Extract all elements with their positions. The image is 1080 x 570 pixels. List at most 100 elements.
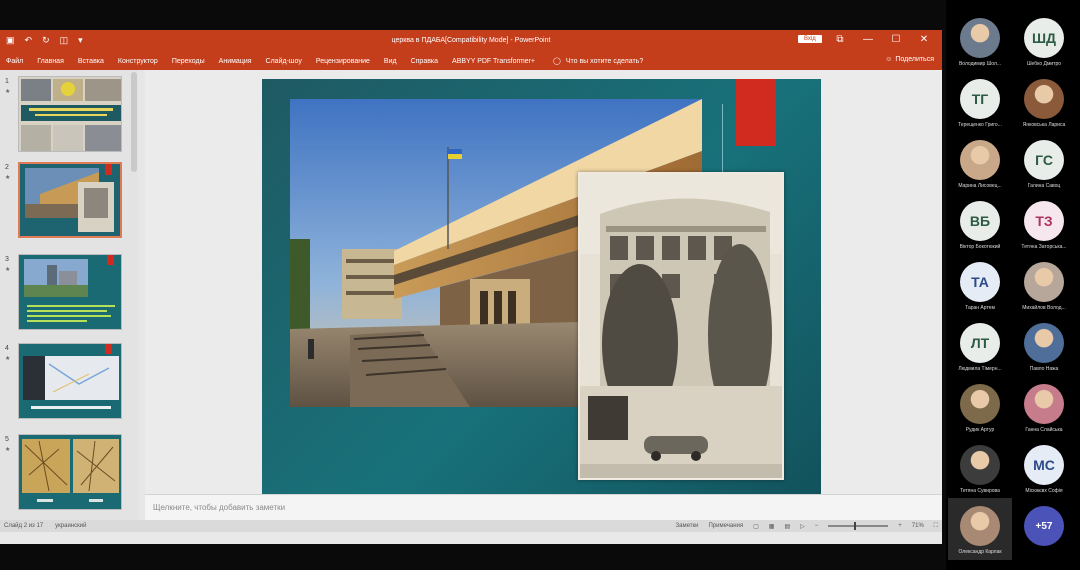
slide-thumbnails-pane[interactable]: 1 ★ 2 ★ 3 ★ 4 ★ 5 ★ (0, 70, 138, 532)
notes-toggle-button[interactable]: Заметки (676, 523, 699, 529)
share-button[interactable]: ☺ Поделиться (885, 56, 934, 63)
maximize-icon[interactable]: ☐ (882, 33, 910, 47)
slide-thumbnail-3[interactable] (18, 254, 122, 330)
zoom-slider[interactable] (828, 522, 889, 530)
participant-tile[interactable]: Олександр Карлак (948, 498, 1012, 560)
fit-slide-icon[interactable]: ⛶ (934, 523, 938, 530)
participant-name: Рудик Артур (965, 427, 995, 433)
ribbon-display-icon[interactable]: ⧉ (826, 33, 854, 47)
tab-design[interactable]: Конструктор (118, 58, 158, 65)
tell-me-placeholder: Что вы хотите сделать? (565, 57, 644, 65)
participant-tile[interactable]: ВБ Віктор Бокотюкий (948, 193, 1012, 255)
tab-abbyy[interactable]: ABBYY PDF Transformer+ (452, 58, 535, 65)
thumbnail-row: 2 ★ (0, 162, 138, 242)
share-label: Поделиться (895, 56, 934, 63)
animation-star-icon: ★ (5, 267, 11, 273)
participant-tile[interactable]: Михайлов Волод... (1012, 254, 1076, 316)
participant-name: Ганна Слайська (1025, 427, 1063, 433)
thumbnail-number: 4 (5, 345, 9, 352)
participant-avatar-photo (960, 140, 1000, 180)
participant-avatar-photo (960, 445, 1000, 485)
participant-name: Володимир Шол... (958, 61, 1002, 67)
participant-name: Місюкєвх Софія (1025, 488, 1063, 494)
participant-avatar-initials: МС (1024, 445, 1064, 485)
sorter-view-icon[interactable]: ▦ (769, 523, 775, 530)
participant-avatar-initials: ТА (960, 262, 1000, 302)
participant-name: Тетяна Заторська... (1021, 244, 1067, 250)
tab-file[interactable]: Файл (6, 58, 23, 65)
sign-in-button[interactable]: Вхід (798, 35, 822, 43)
participant-tile[interactable]: ШД Шебко Дмитро (1012, 10, 1076, 72)
slide-thumbnail-2[interactable] (18, 162, 122, 238)
person-icon: ☺ (885, 56, 893, 63)
participant-name: Янковська Лариса (1022, 122, 1066, 128)
thumbnail-row: 3 ★ (0, 254, 138, 334)
participant-avatar-initials: ТГ (960, 79, 1000, 119)
participant-name: Тетяна Сувирова (960, 488, 1000, 494)
tab-home[interactable]: Главная (37, 58, 64, 65)
zoom-in-icon[interactable]: + (898, 523, 902, 529)
participant-name: Михайлов Волод... (1022, 305, 1066, 311)
participant-tile[interactable]: МС Місюкєвх Софія (1012, 437, 1076, 499)
slide-thumbnail-1[interactable] (18, 76, 122, 152)
notes-placeholder: Щелкните, чтобы добавить заметки (153, 503, 286, 512)
tab-animations[interactable]: Анимация (219, 58, 252, 65)
thumbnail-number: 2 (5, 164, 9, 171)
notes-pane[interactable]: Щелкните, чтобы добавить заметки (145, 494, 942, 520)
tab-insert[interactable]: Вставка (78, 58, 104, 65)
tab-slideshow[interactable]: Слайд-шоу (266, 58, 302, 65)
animation-star-icon: ★ (5, 89, 11, 95)
tab-review[interactable]: Рецензирование (316, 58, 370, 65)
tab-help[interactable]: Справка (411, 58, 438, 65)
participant-tile[interactable]: ГС Галина Савоц (1012, 132, 1076, 194)
participant-avatar-photo (960, 18, 1000, 58)
participant-tile[interactable]: Володимир Шол... (948, 10, 1012, 72)
participant-tile[interactable]: Тетяна Сувирова (948, 437, 1012, 499)
participant-avatar-initials: ГС (1024, 140, 1064, 180)
participant-tile[interactable]: Ганна Слайська (1012, 376, 1076, 438)
tab-transitions[interactable]: Переходы (172, 58, 205, 65)
participant-avatar-photo (1024, 79, 1064, 119)
participant-tile[interactable]: +57 (1012, 498, 1076, 560)
participant-avatar-photo (960, 384, 1000, 424)
participant-name: Людмила Тімерн... (958, 366, 1002, 372)
language-indicator[interactable]: украинский (55, 523, 86, 529)
current-slide[interactable] (262, 79, 821, 497)
normal-view-icon[interactable]: ▢ (753, 523, 759, 530)
slide-editor (145, 70, 942, 497)
tab-view[interactable]: Вид (384, 58, 397, 65)
slide-thumbnail-5[interactable] (18, 434, 122, 510)
more-participants-badge: +57 (1024, 506, 1064, 546)
participant-name: Павло Нажа (1029, 366, 1059, 372)
thumbnail-number: 3 (5, 256, 9, 263)
tell-me-search[interactable]: ◯ Что вы хотите сделать? (553, 57, 644, 66)
participant-tile[interactable]: Янковська Лариса (1012, 71, 1076, 133)
animation-star-icon: ★ (5, 447, 11, 453)
animation-star-icon: ★ (5, 175, 11, 181)
participants-panel: Володимир Шол... ШД Шебко Дмитро ТГ Терещенк… (946, 0, 1080, 570)
slide-thumbnail-4[interactable] (18, 343, 122, 419)
thumbnail-scrollbar[interactable] (131, 72, 137, 172)
title-bar: ▣ ↶ ↻ ◫ ▾ церква в ПДАБА[Compatibility M… (0, 30, 942, 52)
screen: ▣ ↶ ↻ ◫ ▾ церква в ПДАБА[Compatibility M… (0, 0, 1080, 570)
participant-tile[interactable]: ТЗ Тетяна Заторська... (1012, 193, 1076, 255)
zoom-out-icon[interactable]: − (815, 523, 819, 529)
slideshow-view-icon[interactable]: ▷ (800, 523, 805, 530)
participant-tile[interactable]: ТА Таран Артем (948, 254, 1012, 316)
comments-toggle-button[interactable]: Примечания (708, 523, 743, 529)
participant-avatar-initials: ШД (1024, 18, 1064, 58)
participant-tile[interactable]: Марина Лисовец... (948, 132, 1012, 194)
participant-tile[interactable]: Павло Нажа (1012, 315, 1076, 377)
participant-name: Віктор Бокотюкий (959, 244, 1001, 250)
reading-view-icon[interactable]: ▤ (784, 523, 790, 530)
animation-star-icon: ★ (5, 356, 11, 362)
thumbnail-row: 4 ★ (0, 343, 138, 423)
close-icon[interactable]: ✕ (910, 33, 938, 47)
red-accent-bar (736, 79, 776, 146)
minimize-icon[interactable]: — (854, 33, 882, 47)
participant-tile[interactable]: ТГ Терещенко Григо... (948, 71, 1012, 133)
zoom-level[interactable]: 71% (912, 523, 924, 529)
participant-tile[interactable]: Рудик Артур (948, 376, 1012, 438)
work-area: 1 ★ 2 ★ 3 ★ 4 ★ 5 ★ Щелкните, чтобы доба… (0, 70, 942, 532)
participant-tile[interactable]: ЛТ Людмила Тімерн... (948, 315, 1012, 377)
